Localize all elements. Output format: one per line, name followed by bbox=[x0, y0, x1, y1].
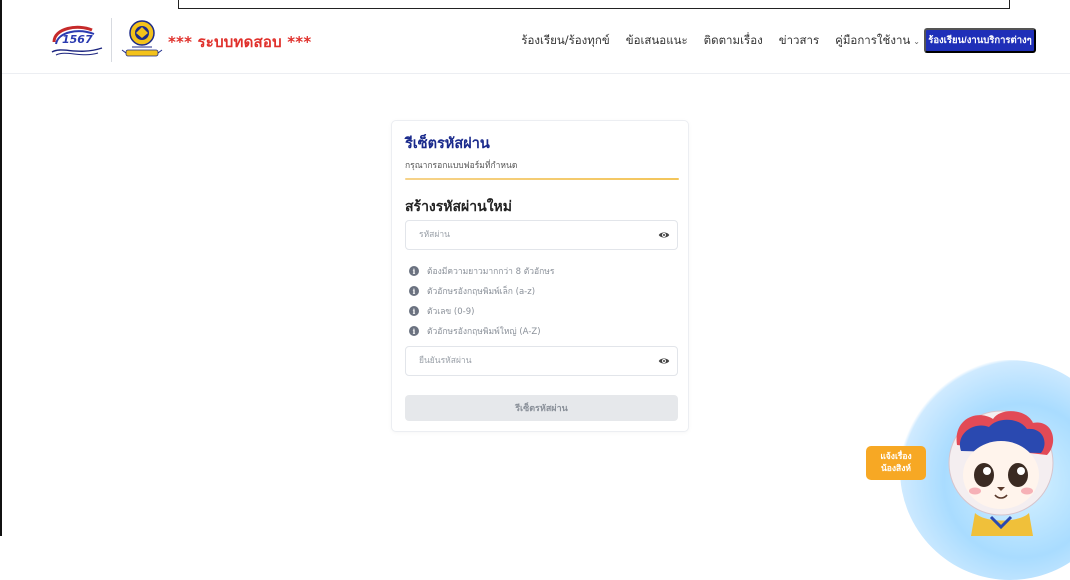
svg-text:1567: 1567 bbox=[62, 33, 93, 46]
rule-item: i ตัวอักษรอังกฤษพิมพ์ใหญ่ (A-Z) bbox=[409, 321, 554, 341]
info-icon: i bbox=[409, 266, 419, 276]
rule-item: i ต้องมีความยาวมากกว่า 8 ตัวอักษร bbox=[409, 261, 554, 281]
rule-item: i ตัวเลข (0-9) bbox=[409, 301, 554, 321]
eye-icon[interactable] bbox=[658, 229, 670, 241]
password-input[interactable] bbox=[406, 221, 646, 249]
reset-password-button[interactable]: รีเซ็ตรหัสผ่าน bbox=[405, 395, 678, 421]
site-logo-1567-icon[interactable]: 1567 bbox=[48, 22, 106, 58]
chevron-down-icon: ⌄ bbox=[913, 37, 920, 46]
page-subtitle: กรุณากรอกแบบฟอร์มที่กำหนด bbox=[405, 161, 518, 171]
info-icon: i bbox=[409, 326, 419, 336]
nav-news[interactable]: ข่าวสาร bbox=[779, 32, 819, 50]
services-button[interactable]: ร้องเรียน/งานบริการต่างๆ bbox=[924, 28, 1036, 53]
government-seal-icon bbox=[121, 20, 163, 57]
page: 1567 *** ระบบทดสอบ *** ร้องเรียน/ร้องทุก… bbox=[0, 0, 1070, 580]
password-field bbox=[405, 220, 678, 250]
navbar: 1567 *** ระบบทดสอบ *** ร้องเรียน/ร้องทุก… bbox=[2, 12, 1070, 74]
address-strip bbox=[178, 0, 1010, 9]
section-title: สร้างรหัสผ่านใหม่ bbox=[405, 199, 512, 215]
nav-suggestion[interactable]: ข้อเสนอแนะ bbox=[626, 32, 688, 50]
nav-track[interactable]: ติดตามเรื่อง bbox=[704, 32, 763, 50]
window-edge bbox=[0, 0, 2, 536]
site-title: *** ระบบทดสอบ *** bbox=[168, 33, 312, 51]
reset-password-card: รีเซ็ตรหัสผ่าน กรุณากรอกแบบฟอร์มที่กำหนด… bbox=[391, 120, 689, 432]
confirm-password-input[interactable] bbox=[406, 347, 646, 375]
eye-icon[interactable] bbox=[658, 355, 670, 367]
info-icon: i bbox=[409, 286, 419, 296]
nav-complaint[interactable]: ร้องเรียน/ร้องทุกข์ bbox=[521, 32, 609, 50]
main-nav: ร้องเรียน/ร้องทุกข์ ข้อเสนอแนะ ติดตามเรื… bbox=[521, 32, 920, 50]
title-divider bbox=[405, 178, 679, 180]
nav-manual[interactable]: คู่มือการใช้งาน ⌄ bbox=[835, 32, 920, 50]
info-icon: i bbox=[409, 306, 419, 316]
password-rules: i ต้องมีความยาวมากกว่า 8 ตัวอักษร i ตัวอัก… bbox=[409, 261, 554, 341]
confirm-password-field bbox=[405, 346, 678, 376]
lion-mascot-icon[interactable] bbox=[935, 405, 1070, 536]
page-title: รีเซ็ตรหัสผ่าน bbox=[405, 136, 490, 152]
chat-bubble[interactable]: แจ้งเรื่อง น้องสิงห์ bbox=[866, 446, 926, 480]
rule-item: i ตัวอักษรอังกฤษพิมพ์เล็ก (a-z) bbox=[409, 281, 554, 301]
logo-separator bbox=[111, 18, 112, 62]
